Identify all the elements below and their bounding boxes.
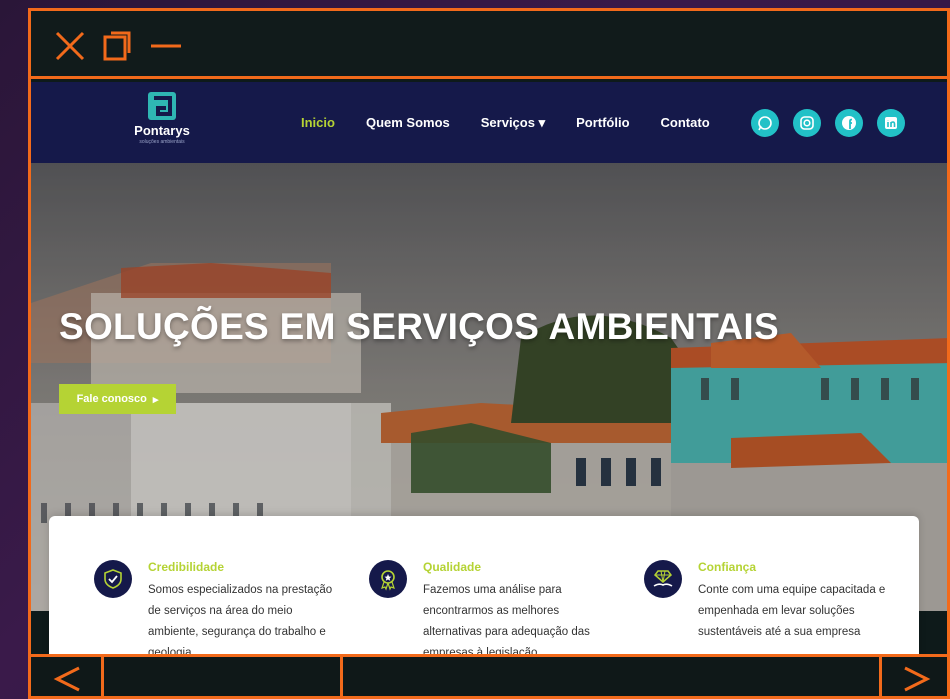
restore-icon[interactable] bbox=[101, 29, 135, 63]
bottombar-divider bbox=[879, 657, 882, 696]
window-topbar bbox=[31, 11, 947, 79]
site-logo[interactable]: Pontarys soluções ambientais bbox=[127, 92, 197, 145]
hero-title: SOLUÇÕES EM SERVIÇOS AMBIENTAIS bbox=[59, 306, 779, 347]
arrow-right-icon: ▸ bbox=[152, 393, 159, 406]
instagram-icon[interactable] bbox=[793, 109, 821, 137]
minimize-icon[interactable] bbox=[149, 29, 183, 63]
contact-button-label: Fale conosco bbox=[76, 393, 147, 405]
medal-icon bbox=[369, 560, 407, 598]
nav-item-inicio[interactable]: Inicio bbox=[301, 115, 335, 131]
bottombar-divider bbox=[101, 657, 104, 696]
whatsapp-icon[interactable] bbox=[751, 109, 779, 137]
bottombar-divider bbox=[340, 657, 343, 696]
browser-frame: Pontarys soluções ambientais Inicio Quem… bbox=[28, 8, 950, 699]
nav-item-contato[interactable]: Contato bbox=[661, 115, 710, 131]
nav-item-portfolio[interactable]: Portfólio bbox=[576, 115, 629, 131]
logo-subtitle: soluções ambientais bbox=[139, 139, 185, 145]
nav-item-servicos[interactable]: Serviços ▾ bbox=[481, 115, 545, 131]
chevron-left-icon[interactable] bbox=[53, 664, 83, 694]
feature-title: Confiança bbox=[698, 560, 757, 574]
nav-item-quem-somos[interactable]: Quem Somos bbox=[366, 115, 450, 131]
contact-button[interactable]: Fale conosco ▸ bbox=[59, 384, 176, 414]
feature-title: Qualidade bbox=[423, 560, 482, 574]
main-nav: Inicio Quem Somos Serviços ▾ Portfólio C… bbox=[301, 115, 741, 131]
feature-text: Fazemos uma análise para encontrarmos as… bbox=[423, 584, 590, 659]
site-header: Pontarys soluções ambientais Inicio Quem… bbox=[31, 82, 947, 163]
social-links bbox=[751, 109, 905, 137]
linkedin-icon[interactable] bbox=[877, 109, 905, 137]
facebook-icon[interactable] bbox=[835, 109, 863, 137]
feature-text: Somos especializados na prestação de ser… bbox=[148, 584, 333, 659]
diamond-hand-icon bbox=[644, 560, 682, 598]
feature-text: Conte com uma equipe capacitada e empenh… bbox=[698, 584, 886, 638]
logo-name: Pontarys bbox=[134, 123, 190, 138]
features-panel: Credibilidade Somos especializados na pr… bbox=[49, 516, 919, 662]
chevron-right-icon[interactable] bbox=[901, 664, 931, 694]
window-bottombar bbox=[31, 654, 947, 696]
logo-mark-icon bbox=[148, 92, 176, 120]
close-icon[interactable] bbox=[53, 29, 87, 63]
feature-title: Credibilidade bbox=[148, 560, 225, 574]
shield-check-icon bbox=[94, 560, 132, 598]
